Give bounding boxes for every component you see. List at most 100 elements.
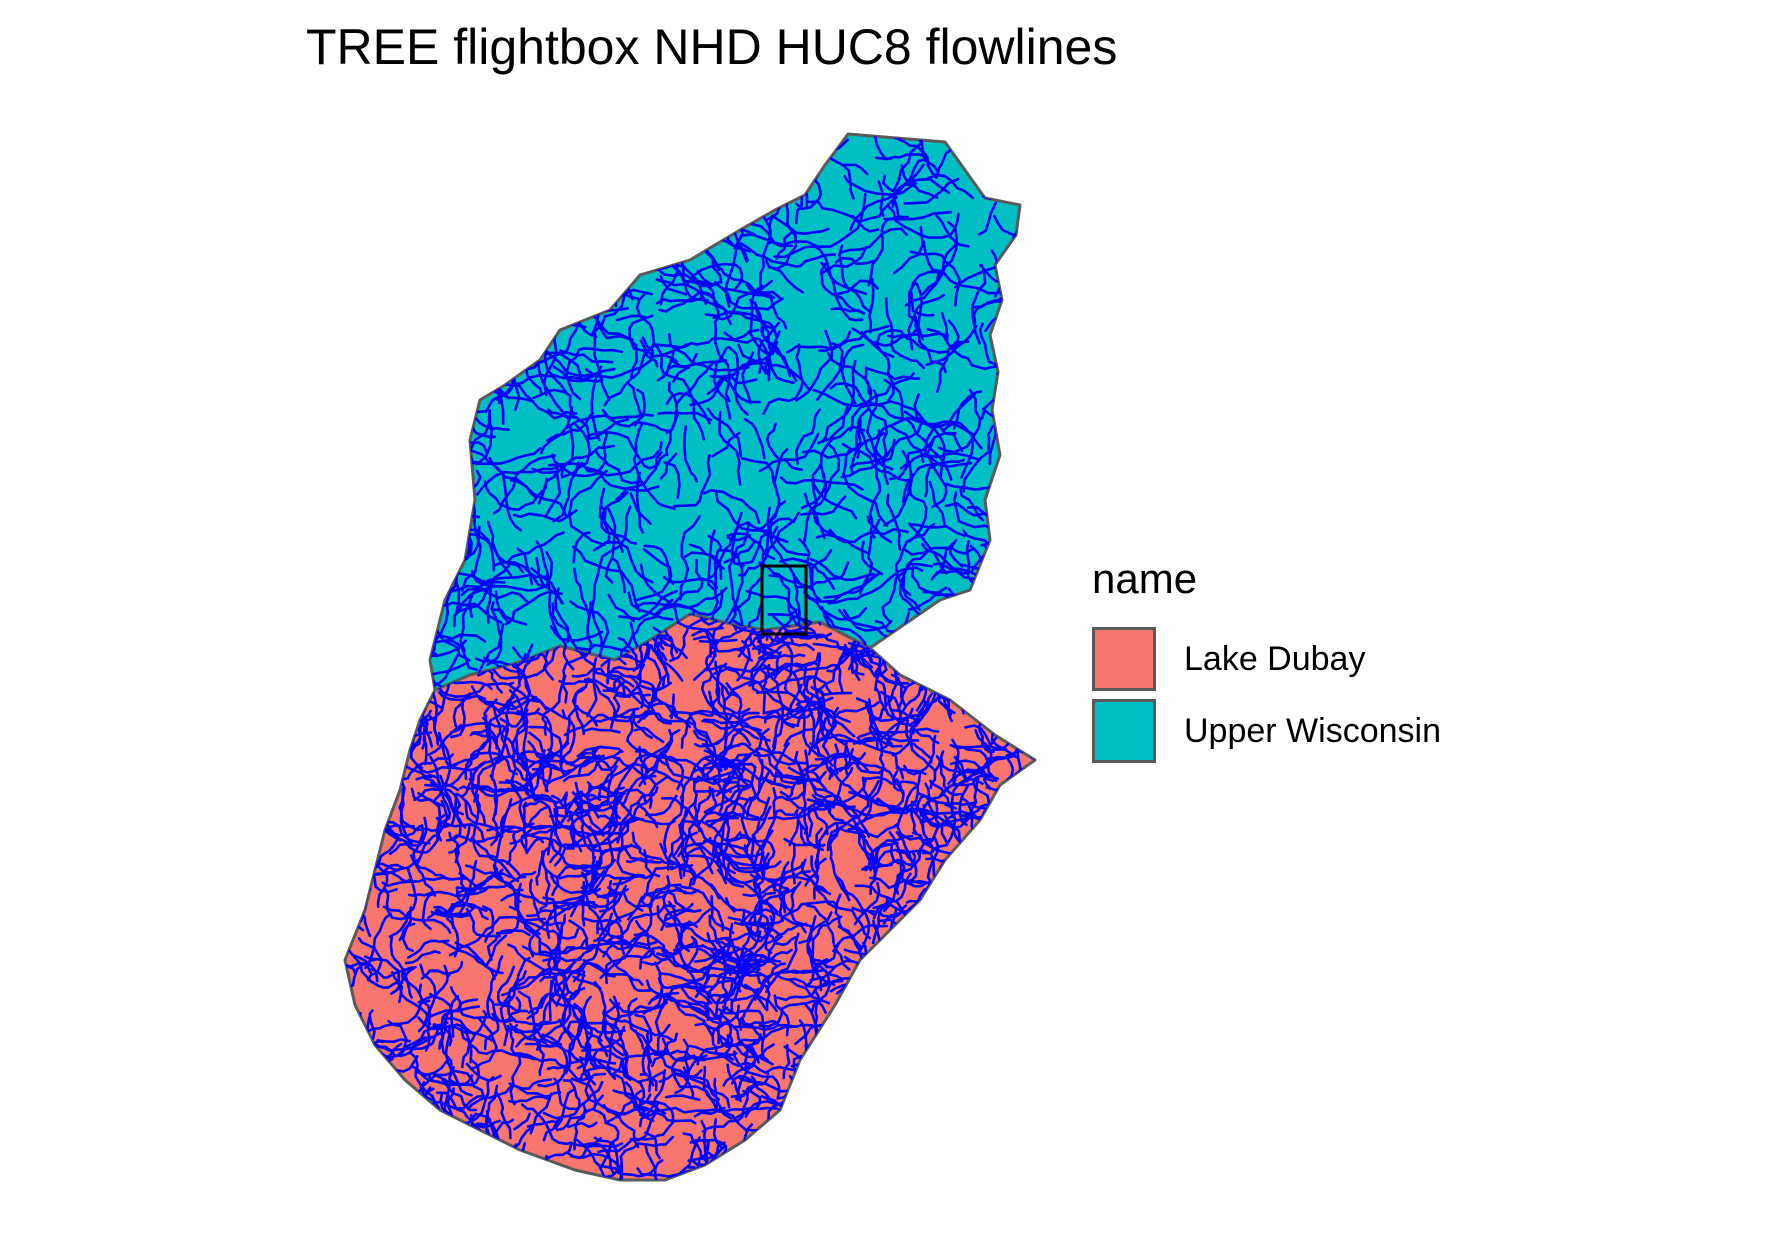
- flowline: [920, 1132, 946, 1180]
- flowline: [1005, 802, 1024, 868]
- flowline: [430, 550, 444, 571]
- flowline: [991, 1071, 1017, 1134]
- flowline: [993, 975, 1026, 1002]
- flowline: [345, 736, 394, 745]
- flowline: [401, 1081, 426, 1130]
- flowline: [430, 355, 460, 382]
- flowline: [932, 1003, 971, 1041]
- flowline: [393, 382, 425, 424]
- flowline: [345, 1083, 374, 1108]
- flowline: [994, 827, 1035, 871]
- flowline: [979, 670, 1020, 690]
- flowline: [1012, 219, 1020, 239]
- flowline: [1016, 841, 1023, 872]
- flowline: [345, 856, 361, 930]
- flowline: [464, 303, 489, 331]
- flowline: [853, 1123, 928, 1135]
- flowline: [351, 1172, 404, 1180]
- flowline: [345, 707, 346, 731]
- flowline: [992, 671, 1020, 690]
- flowline: [430, 469, 482, 517]
- flowline: [630, 205, 667, 269]
- flowline: [927, 926, 941, 953]
- flowline: [1026, 1073, 1035, 1100]
- flowline: [988, 625, 1020, 661]
- flowline: [639, 194, 669, 216]
- flowline: [997, 670, 1020, 680]
- flowline: [358, 1097, 406, 1146]
- flowline: [887, 979, 897, 1048]
- flowline: [434, 138, 461, 147]
- flowline: [369, 1073, 381, 1100]
- flowline: [1033, 1001, 1035, 1043]
- flowline: [345, 658, 420, 690]
- flowline: [850, 1009, 885, 1047]
- flowline: [515, 134, 571, 198]
- flowline: [798, 1071, 855, 1123]
- flowline: [345, 884, 365, 932]
- flowline: [535, 134, 588, 196]
- flowline: [464, 290, 516, 312]
- flowline: [996, 860, 1003, 899]
- flowline: [982, 629, 1004, 690]
- flowline: [870, 1008, 884, 1039]
- flowline: [873, 1035, 890, 1067]
- flowline: [402, 1137, 420, 1174]
- flowline: [995, 1133, 1035, 1158]
- flowline: [585, 176, 630, 183]
- flowline: [427, 1172, 499, 1180]
- flowline: [464, 338, 513, 357]
- flowline: [962, 905, 971, 938]
- flowline: [919, 1171, 990, 1180]
- flowline: [637, 217, 711, 244]
- flowline: [942, 1075, 953, 1100]
- flowline: [909, 980, 979, 1018]
- flowline: [962, 982, 1021, 1009]
- flowline: [929, 640, 987, 687]
- flowline: [818, 1063, 828, 1104]
- flowline: [953, 953, 1027, 988]
- flowline: [554, 134, 628, 160]
- flowline: [430, 391, 456, 449]
- flowline: [672, 182, 716, 246]
- flowline: [345, 855, 347, 868]
- flowline: [347, 1173, 377, 1180]
- flowline: [345, 818, 372, 839]
- flowline: [984, 966, 995, 1008]
- flowline: [371, 1126, 390, 1149]
- flowline: [543, 1154, 551, 1180]
- flowline: [1016, 833, 1035, 854]
- flowline: [831, 1115, 879, 1151]
- flowline: [660, 185, 727, 210]
- flowline: [298, 662, 340, 697]
- flowline: [402, 1132, 460, 1141]
- flowline: [999, 282, 1020, 296]
- flowline: [792, 1091, 848, 1139]
- flowline: [1033, 1075, 1035, 1126]
- flowline: [970, 1050, 981, 1134]
- flowline: [988, 1133, 1035, 1159]
- flowline: [441, 134, 469, 177]
- flowline: [370, 614, 395, 640]
- flowline: [954, 665, 974, 685]
- flowline: [345, 708, 358, 772]
- flowline: [656, 64, 719, 131]
- flowline: [939, 977, 983, 988]
- flowline: [979, 853, 1009, 864]
- flowline: [978, 616, 1033, 640]
- flowline: [460, 245, 473, 302]
- flowline: [346, 737, 401, 767]
- flowline: [580, 159, 616, 214]
- flowline: [734, 136, 785, 174]
- flowline: [1025, 750, 1035, 784]
- flowline: [345, 780, 394, 813]
- flowline: [1040, 845, 1061, 874]
- flowline: [856, 1008, 867, 1044]
- flowline: [771, 1176, 826, 1180]
- flowline: [1021, 1046, 1035, 1081]
- flowline: [969, 1065, 1017, 1122]
- flowline: [909, 622, 932, 663]
- flowline: [374, 614, 384, 645]
- flowline: [750, 833, 755, 865]
- flowline: [410, 1159, 435, 1180]
